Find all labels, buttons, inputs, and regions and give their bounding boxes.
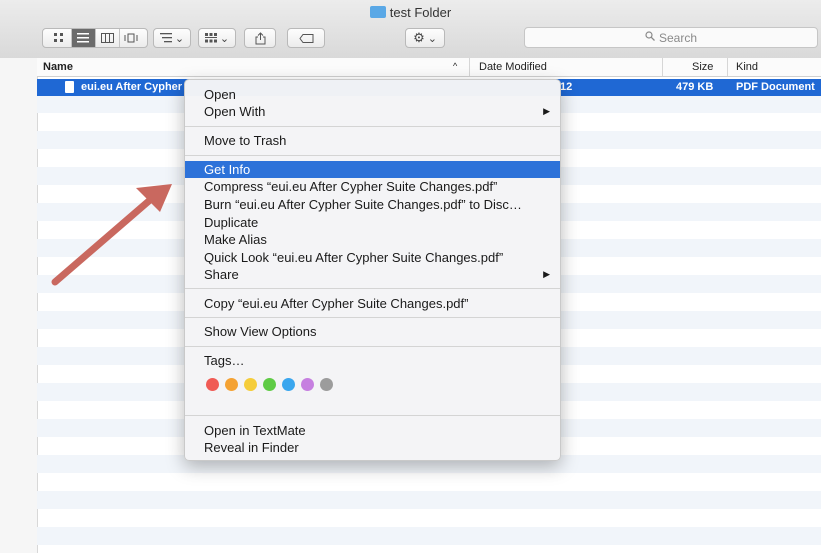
menu-item-copy[interactable]: Copy “eui.eu After Cypher Suite Changes.… [185, 295, 560, 312]
icon-view-icon[interactable] [48, 29, 72, 47]
context-menu: Open Open With ▶ Move to Trash Get Info … [184, 79, 561, 461]
menu-separator [185, 126, 560, 127]
column-divider[interactable] [469, 58, 470, 76]
tag-green-dot[interactable] [263, 378, 276, 391]
menu-separator [185, 346, 560, 347]
menu-item-tags[interactable]: Tags… [185, 352, 560, 369]
gear-icon: ⚙ [413, 30, 425, 45]
window-title: test Folder [0, 5, 821, 20]
column-size-header[interactable]: Size [692, 61, 713, 73]
share-icon [255, 31, 265, 44]
sidebar-edge [0, 58, 38, 553]
file-size: 479 KB [676, 81, 714, 93]
sort-ascending-icon: ^ [453, 61, 458, 71]
menu-item-burn-to-disc[interactable]: Burn “eui.eu After Cypher Suite Changes.… [185, 196, 560, 213]
menu-item-quick-look[interactable]: Quick Look “eui.eu After Cypher Suite Ch… [185, 249, 560, 266]
menu-item-open[interactable]: Open [185, 86, 560, 103]
arrange-icon [159, 33, 172, 43]
menu-separator [185, 317, 560, 318]
menu-separator [185, 415, 560, 416]
arrange-caret-icon: ⌄ [174, 32, 185, 45]
tag-purple-dot[interactable] [301, 378, 314, 391]
search-icon [645, 31, 655, 44]
menu-item-share-label: Share [204, 267, 239, 282]
column-header: Name ^ Date Modified Size Kind [37, 58, 821, 77]
menu-separator [185, 155, 560, 156]
tag-orange-dot[interactable] [225, 378, 238, 391]
tag-icon [298, 33, 313, 43]
menu-item-reveal-in-finder[interactable]: Reveal in Finder [185, 439, 560, 456]
menu-item-move-to-trash[interactable]: Move to Trash [185, 132, 560, 149]
tag-button[interactable] [287, 28, 325, 48]
table-row [37, 527, 821, 545]
menu-item-share[interactable]: Share ▶ [185, 266, 560, 283]
menu-item-show-view-options[interactable]: Show View Options [185, 323, 560, 340]
column-divider[interactable] [662, 58, 663, 76]
file-name: eui.eu After Cypher [81, 81, 183, 93]
column-date-modified-header[interactable]: Date Modified [479, 61, 547, 73]
action-button[interactable]: ⚙ ⌄ [405, 28, 445, 48]
tag-blue-dot[interactable] [282, 378, 295, 391]
tag-red-dot[interactable] [206, 378, 219, 391]
submenu-arrow-icon: ▶ [543, 106, 550, 116]
window-title-text: test Folder [389, 5, 452, 20]
group-grid-icon [204, 32, 217, 42]
menu-item-open-with-label: Open With [204, 104, 266, 119]
toolbar: test Folder ⌄ ⌄ ⚙ ⌄ Search [0, 0, 821, 59]
menu-item-get-info[interactable]: Get Info [185, 161, 560, 178]
finder-window: test Folder ⌄ ⌄ ⚙ ⌄ Search Name ^ Date M… [0, 0, 821, 553]
menu-item-duplicate[interactable]: Duplicate [185, 214, 560, 231]
menu-item-open-with[interactable]: Open With ▶ [185, 103, 560, 120]
share-button[interactable] [244, 28, 276, 48]
menu-separator [185, 288, 560, 289]
menu-item-compress[interactable]: Compress “eui.eu After Cypher Suite Chan… [185, 178, 560, 195]
folder-icon [369, 6, 386, 18]
list-view-icon[interactable] [71, 29, 96, 47]
view-mode-segmented-control[interactable] [42, 28, 148, 48]
search-placeholder: Search [658, 30, 698, 45]
column-name-header[interactable]: Name [43, 61, 73, 73]
column-kind-header[interactable]: Kind [736, 61, 758, 73]
search-field[interactable]: Search [524, 27, 818, 48]
column-view-icon[interactable] [96, 29, 120, 47]
tag-yellow-dot[interactable] [244, 378, 257, 391]
file-kind: PDF Document [736, 81, 815, 93]
action-caret-icon: ⌄ [427, 32, 437, 45]
group-button[interactable]: ⌄ [198, 28, 236, 48]
submenu-arrow-icon: ▶ [543, 269, 550, 279]
table-row [37, 491, 821, 509]
group-caret-icon: ⌄ [219, 32, 230, 45]
menu-item-make-alias[interactable]: Make Alias [185, 231, 560, 248]
arrange-button[interactable]: ⌄ [153, 28, 191, 48]
pdf-file-icon [65, 81, 74, 93]
tag-gray-dot[interactable] [320, 378, 333, 391]
file-date-modified: 12 [560, 81, 573, 93]
menu-item-open-in-textmate[interactable]: Open in TextMate [185, 422, 560, 439]
tag-color-picker [206, 378, 339, 392]
column-divider[interactable] [727, 58, 728, 76]
coverflow-view-icon[interactable] [120, 29, 143, 47]
